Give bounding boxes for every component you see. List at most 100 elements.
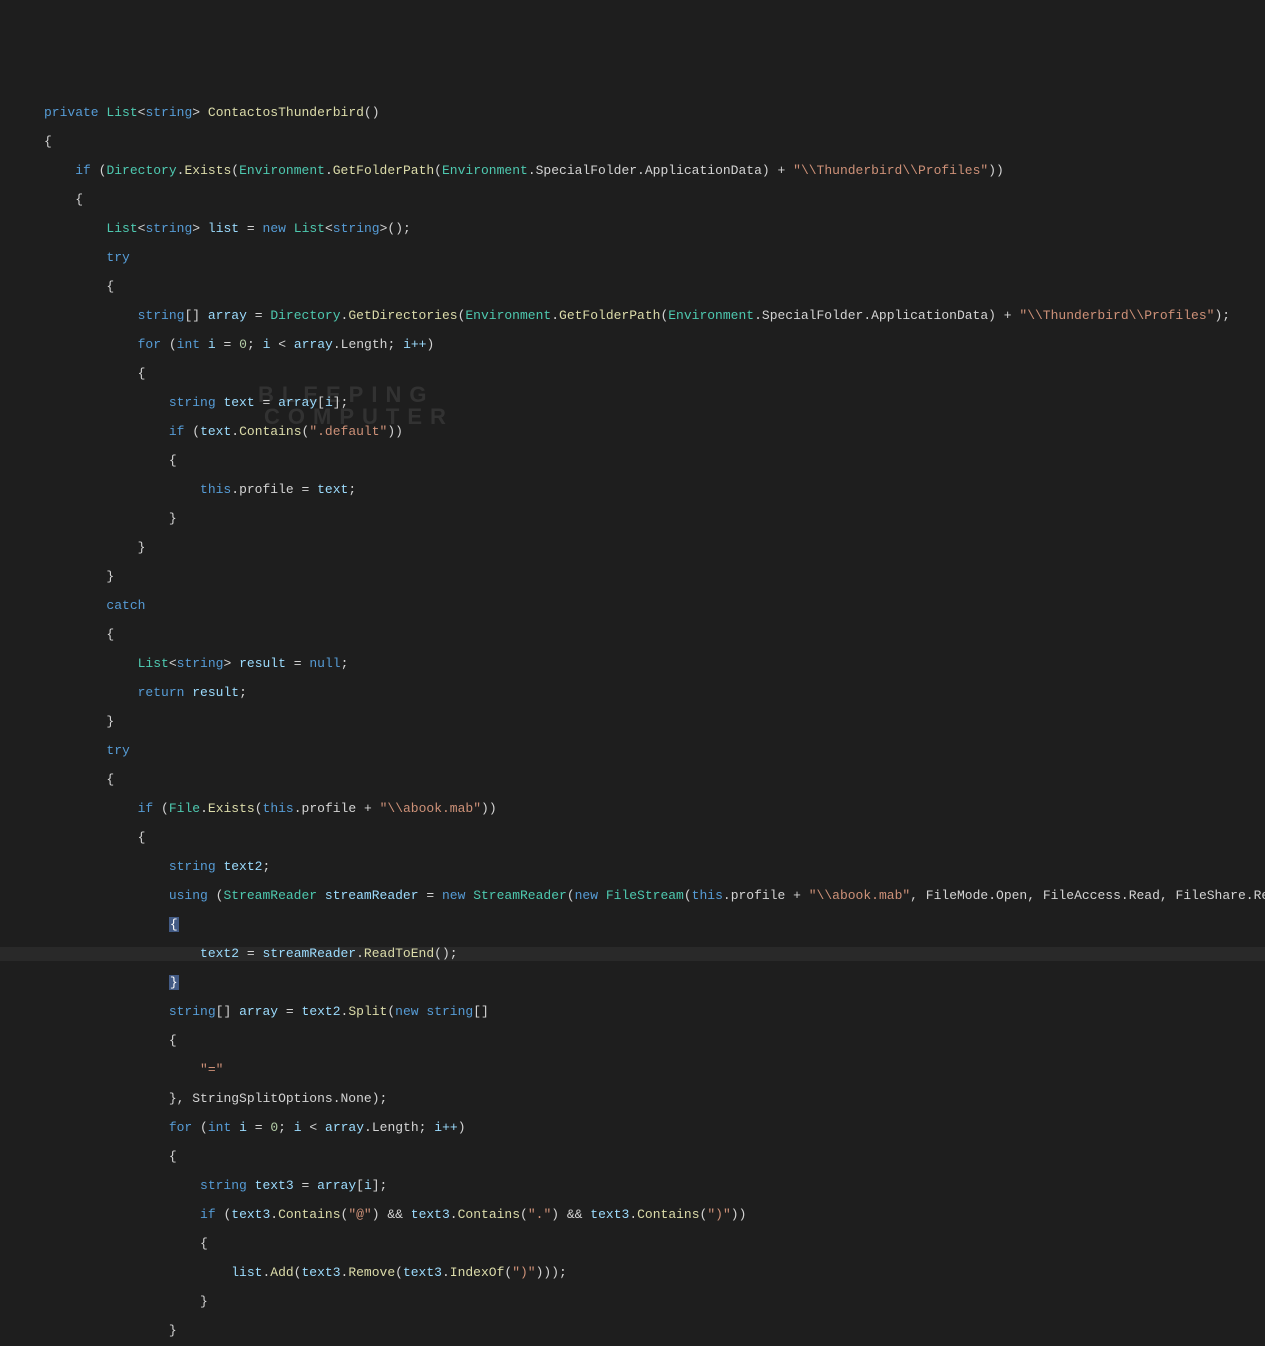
var-result: result [239,656,286,671]
string-literal: ")" [512,1265,535,1280]
keyword-null: null [309,656,340,671]
keyword-if: if [200,1207,216,1222]
var-i: i [364,1178,372,1193]
code-line[interactable]: for (int i = 0; i < array.Length; i++) [0,338,1265,353]
var-array: array [208,308,247,323]
code-line[interactable]: { [0,193,1265,208]
type-env: Environment [465,308,551,323]
code-line[interactable]: } [0,512,1265,527]
code-line[interactable]: } [0,1324,1265,1339]
code-line[interactable]: string text3 = array[i]; [0,1179,1265,1194]
method-getdirectories: GetDirectories [348,308,457,323]
type-directory: Directory [106,163,176,178]
keyword-string: string [169,859,216,874]
prop-length: Length [341,337,388,352]
keyword-new: new [575,888,598,903]
code-line[interactable]: if (text3.Contains("@") && text3.Contain… [0,1208,1265,1223]
code-line[interactable]: }, StringSplitOptions.None); [0,1092,1265,1107]
code-line[interactable]: { [0,280,1265,295]
keyword-new: new [442,888,465,903]
code-line[interactable]: for (int i = 0; i < array.Length; i++) [0,1121,1265,1136]
code-line[interactable]: if (text.Contains(".default")) [0,425,1265,440]
string-literal: "\\abook.mab" [809,888,910,903]
keyword-new: new [263,221,286,236]
code-line[interactable]: { [0,1034,1265,1049]
code-line[interactable]: { [0,1237,1265,1252]
keyword-string: string [138,308,185,323]
code-line[interactable]: if (Directory.Exists(Environment.GetFold… [0,164,1265,179]
keyword-new: new [395,1004,418,1019]
keyword-try: try [106,250,129,265]
code-line[interactable]: { [0,454,1265,469]
keyword-string: string [333,221,380,236]
method-contains: Contains [458,1207,520,1222]
string-literal: "@" [348,1207,371,1222]
code-line[interactable]: using (StreamReader streamReader = new S… [0,889,1265,904]
keyword-this: this [200,482,231,497]
method-split: Split [348,1004,387,1019]
keyword-string: string [145,105,192,120]
var-array: array [325,1120,364,1135]
code-line[interactable]: private List<string> ContactosThunderbir… [0,106,1265,121]
selected-brace-open: { [169,917,179,932]
code-line[interactable]: } [0,976,1265,991]
code-line[interactable]: { [0,918,1265,933]
var-array: array [294,337,333,352]
code-line[interactable]: List<string> result = null; [0,657,1265,672]
type-env: Environment [442,163,528,178]
code-line[interactable]: List<string> list = new List<string>(); [0,222,1265,237]
keyword-string: string [200,1178,247,1193]
code-line[interactable]: try [0,251,1265,266]
type-filestream: FileStream [606,888,684,903]
type-list: List [294,221,325,236]
var-text2: text2 [200,946,239,961]
code-line[interactable]: { [0,628,1265,643]
keyword-if: if [75,163,91,178]
var-text3: text3 [403,1265,442,1280]
code-line[interactable]: try [0,744,1265,759]
code-line[interactable]: { [0,831,1265,846]
code-line[interactable]: list.Add(text3.Remove(text3.IndexOf(")")… [0,1266,1265,1281]
keyword-if: if [138,801,154,816]
var-array: array [278,395,317,410]
keyword-return: return [138,685,185,700]
code-line[interactable]: } [0,541,1265,556]
code-line[interactable]: return result; [0,686,1265,701]
method-exists: Exists [184,163,231,178]
method-add: Add [270,1265,293,1280]
code-line[interactable]: } [0,1295,1265,1310]
code-line[interactable]: this.profile = text; [0,483,1265,498]
keyword-this: this [692,888,723,903]
code-line[interactable]: "=" [0,1063,1265,1078]
code-line[interactable]: { [0,135,1265,150]
string-literal: ")" [707,1207,730,1222]
code-line[interactable]: if (File.Exists(this.profile + "\\abook.… [0,802,1265,817]
var-ipp: i++ [403,337,426,352]
code-line[interactable]: catch [0,599,1265,614]
var-text: text [223,395,254,410]
type-filemode: FileMode [926,888,988,903]
method-indexof: IndexOf [450,1265,505,1280]
code-line[interactable]: { [0,367,1265,382]
code-line[interactable]: } [0,570,1265,585]
code-line[interactable]: string[] array = Directory.GetDirectorie… [0,309,1265,324]
keyword-private: private [44,105,99,120]
type-env: Environment [239,163,325,178]
code-editor[interactable]: private List<string> ContactosThunderbir… [0,87,1265,1346]
code-line[interactable]: string[] array = text2.Split(new string[… [0,1005,1265,1020]
selected-brace-close: } [169,975,179,990]
var-i: i [239,1120,247,1135]
var-text3: text3 [590,1207,629,1222]
code-line[interactable]: } [0,715,1265,730]
code-line[interactable]: { [0,773,1265,788]
method-contains: Contains [239,424,301,439]
var-streamreader: streamReader [325,888,419,903]
code-line[interactable]: string text = array[i]; [0,396,1265,411]
code-line[interactable]: { [0,1150,1265,1165]
code-line[interactable]: string text2; [0,860,1265,875]
string-literal: "\\abook.mab" [380,801,481,816]
var-i: i [263,337,271,352]
var-text3: text3 [231,1207,270,1222]
keyword-if: if [169,424,185,439]
code-line-highlighted[interactable]: text2 = streamReader.ReadToEnd(); [0,947,1265,962]
